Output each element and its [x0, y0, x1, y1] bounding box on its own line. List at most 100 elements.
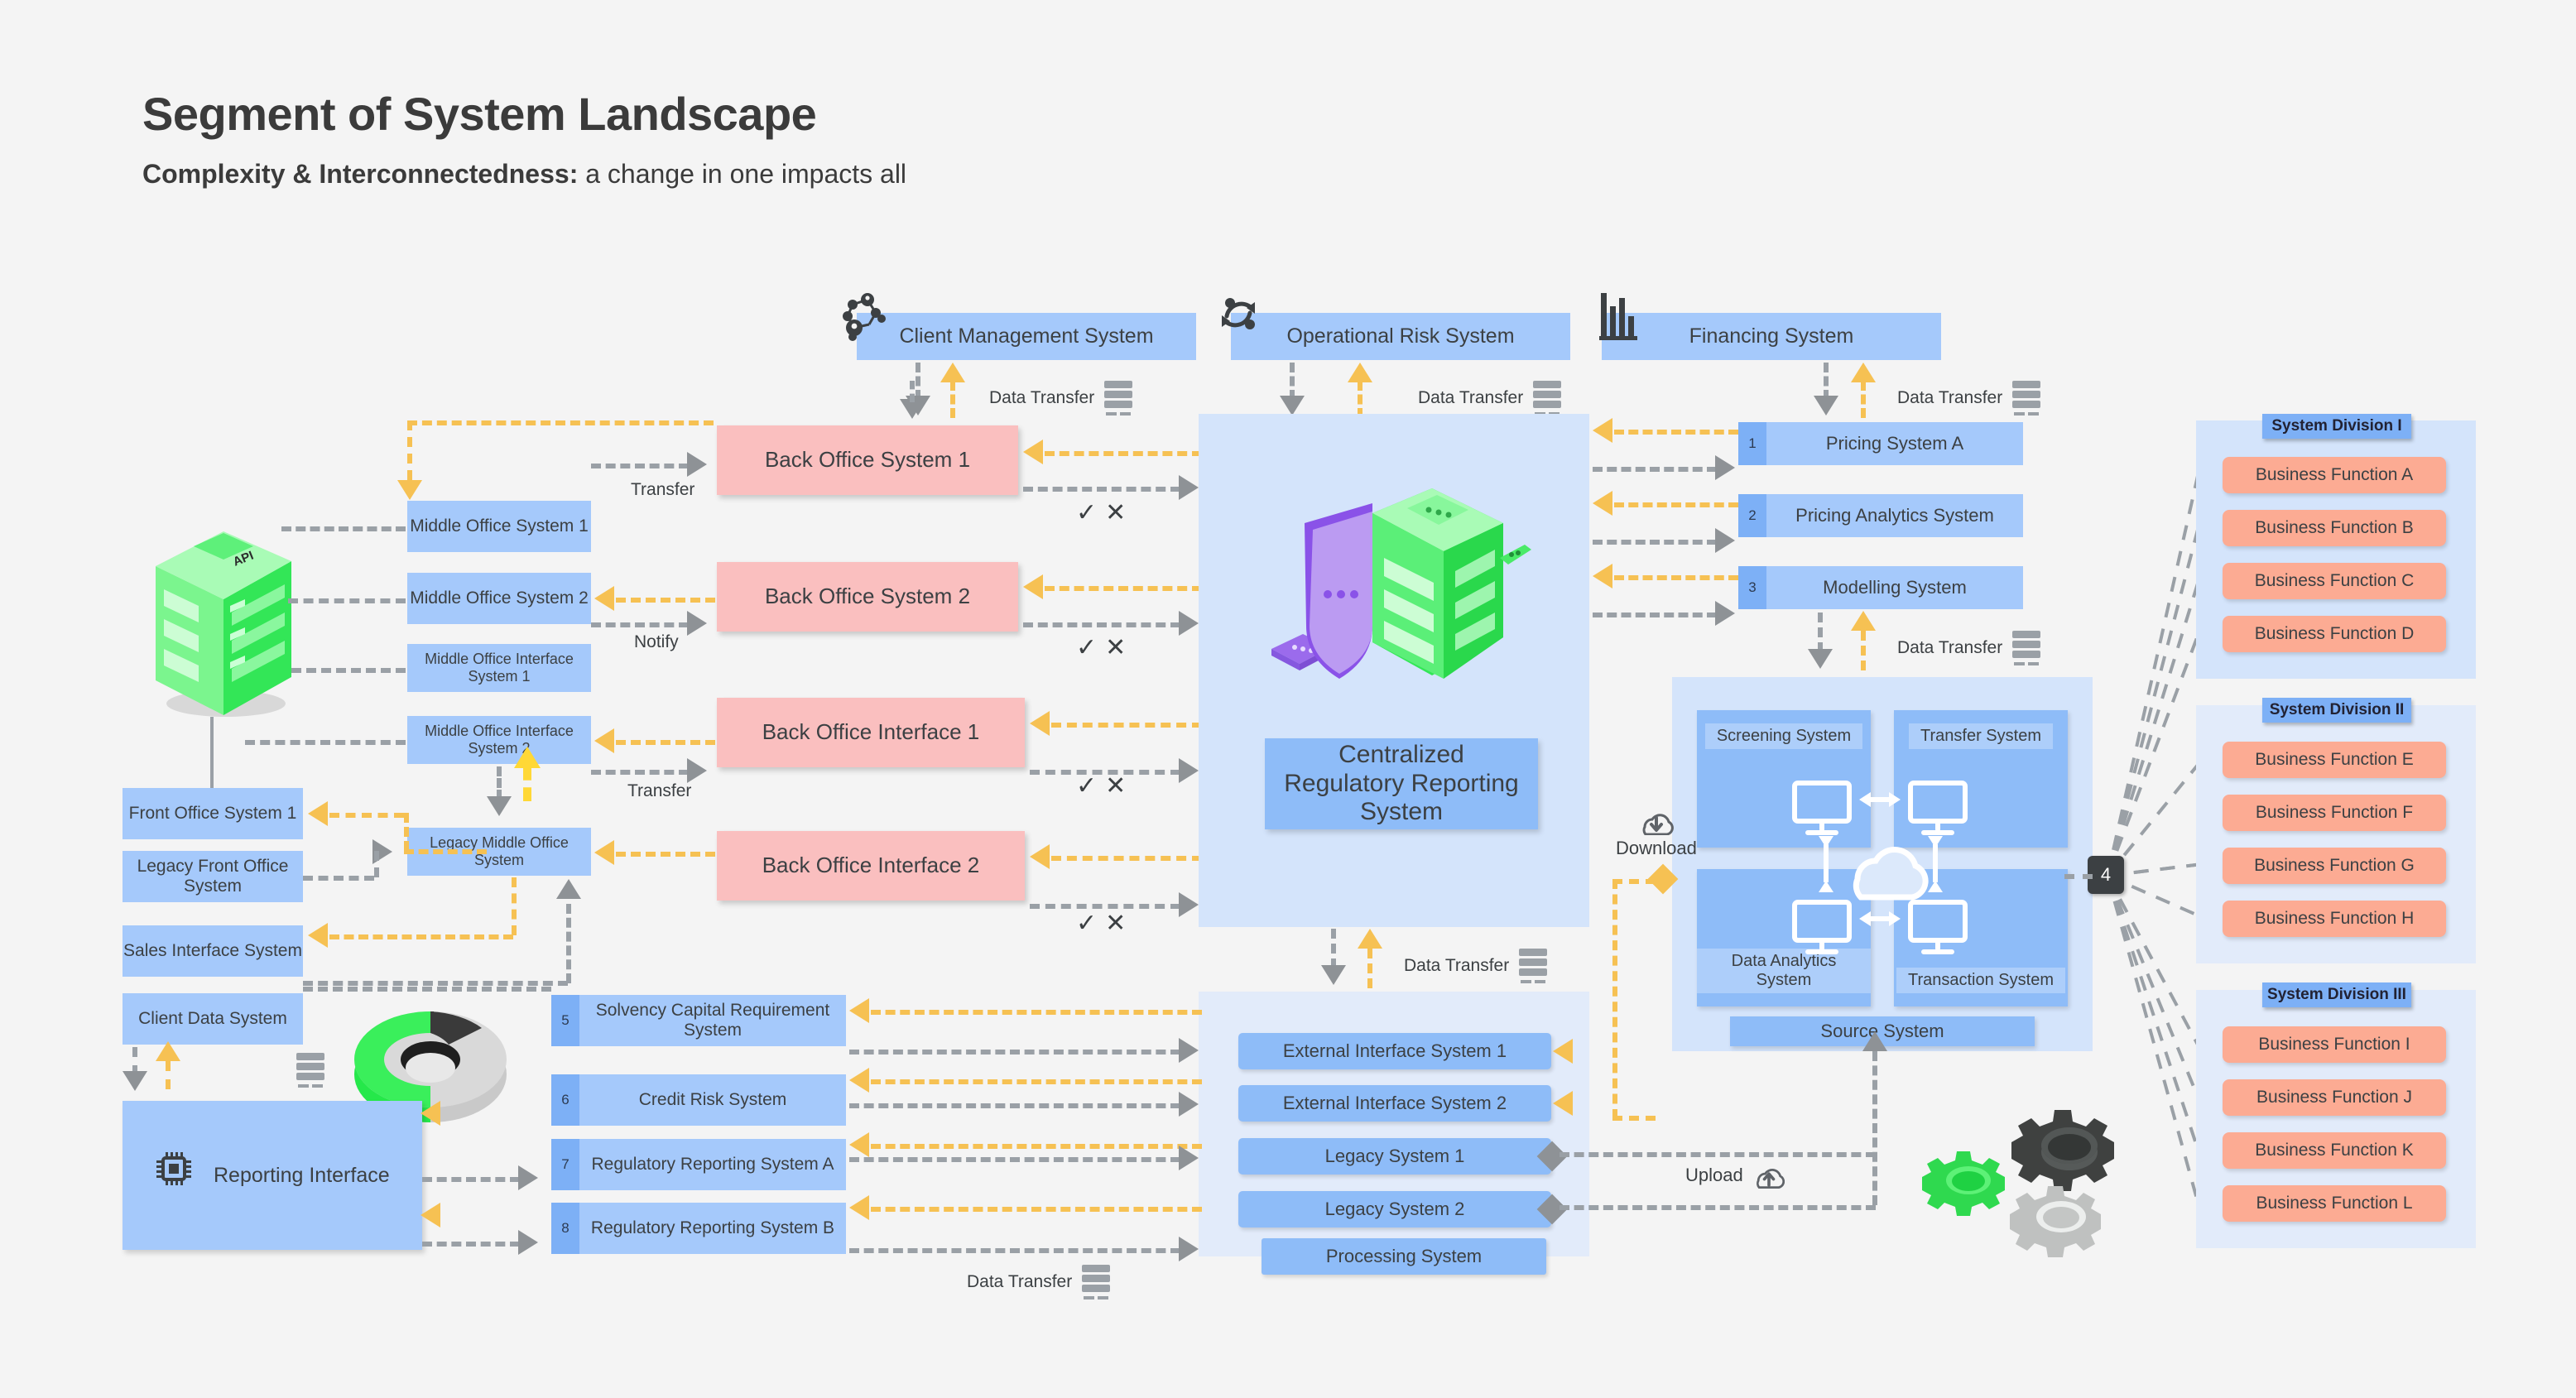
system-pricing-analytics-label: Pricing Analytics System: [1795, 505, 1994, 526]
system-back-office-1[interactable]: Back Office System 1: [717, 425, 1018, 495]
system-regulatory-reporting-b[interactable]: 8 Regulatory Reporting System B: [551, 1203, 846, 1254]
system-legacy-front-office[interactable]: Legacy Front Office System: [123, 851, 303, 902]
business-function-l-label: Business Function L: [2256, 1193, 2413, 1213]
connector-cms-up: [950, 381, 955, 418]
system-external-interface-1-label: External Interface System 1: [1282, 1040, 1507, 1062]
connector-modelling-source: [1818, 613, 1823, 652]
connector-moi2-lmo: [497, 766, 502, 800]
check-icon: ✓: [1076, 772, 1106, 800]
system-client-data[interactable]: Client Data System: [123, 993, 303, 1045]
system-client-management[interactable]: Client Management System: [857, 313, 1196, 360]
system-solvency-capital-label: Solvency Capital Requirement System: [595, 1000, 830, 1040]
system-regulatory-reporting-a[interactable]: 7 Regulatory Reporting System A: [551, 1139, 846, 1190]
system-credit-risk[interactable]: 6 Credit Risk System: [551, 1074, 846, 1126]
business-function-d-label: Business Function D: [2254, 623, 2415, 643]
connector-into-back-office-1: [910, 381, 915, 402]
connector-lfo-lmo-v: [374, 851, 379, 877]
system-middle-office-2[interactable]: Middle Office System 2: [407, 573, 591, 624]
connector-sales-lmo-v: [566, 904, 571, 983]
connector-lfo-lmo: [303, 876, 374, 881]
arrow-feedback-sys8: [849, 1195, 869, 1220]
system-processing-label: Processing System: [1325, 1246, 1483, 1267]
business-function-c[interactable]: Business Function C: [2223, 563, 2446, 599]
system-middle-office-interface-2[interactable]: Middle Office Interface System 2: [407, 716, 591, 764]
connector-ors-up: [1358, 381, 1362, 418]
edge-label-notify: Notify: [634, 632, 679, 651]
data-transfer-label: Data Transfer: [1418, 388, 1524, 407]
arrow-feedback-bo1: [1023, 440, 1043, 464]
system-operational-risk[interactable]: Operational Risk System: [1231, 313, 1570, 360]
system-external-interface-2[interactable]: External Interface System 2: [1238, 1085, 1551, 1122]
system-front-office-1[interactable]: Front Office System 1: [123, 788, 303, 839]
system-number-8: 8: [551, 1203, 579, 1254]
system-middle-office-1[interactable]: Middle Office System 1: [407, 501, 591, 552]
arrow-client-data-up: [156, 1041, 180, 1061]
arrow-upload-into-source: [1862, 1031, 1887, 1051]
system-number-3: 3: [1738, 566, 1766, 609]
arrow-center-pricing-a: [1715, 455, 1735, 480]
bar-chart-icon: [1598, 288, 1644, 341]
system-back-office-interface-1[interactable]: Back Office Interface 1: [717, 698, 1025, 767]
check-icon: ✓: [1076, 910, 1106, 937]
business-function-g[interactable]: Business Function G: [2223, 848, 2446, 884]
connector-mo-bo1: [591, 464, 689, 468]
central-reporting-title: Centralized Regulatory Reporting System: [1284, 741, 1519, 826]
system-legacy-2[interactable]: Legacy System 2: [1238, 1191, 1551, 1227]
source-system-network-icons: [1788, 778, 1987, 960]
hub-badge-4[interactable]: 4: [2088, 856, 2124, 894]
system-processing[interactable]: Processing System: [1262, 1238, 1546, 1275]
business-function-b-label: Business Function B: [2255, 517, 2414, 537]
central-reporting-title-box[interactable]: Centralized Regulatory Reporting System: [1265, 738, 1538, 829]
connector-feedback-sys6: [871, 1079, 1202, 1084]
connector-feedback-fo1-h2: [404, 849, 487, 854]
system-back-office-interface-2[interactable]: Back Office Interface 2: [717, 831, 1025, 901]
business-function-g-label: Business Function G: [2254, 855, 2415, 875]
arrow-orange-into-mo1: [397, 480, 422, 500]
system-sales-interface[interactable]: Sales Interface System: [123, 925, 303, 977]
business-function-e[interactable]: Business Function E: [2223, 742, 2446, 778]
system-pricing-analytics[interactable]: 2 Pricing Analytics System: [1738, 494, 2023, 537]
arrow-into-ext-1: [1553, 1039, 1573, 1064]
connector-sales-lmo: [303, 981, 568, 986]
business-function-d[interactable]: Business Function D: [2223, 616, 2446, 652]
system-back-office-2[interactable]: Back Office System 2: [717, 562, 1018, 632]
system-middle-office-interface-1[interactable]: Middle Office Interface System 1: [407, 644, 591, 692]
business-function-k[interactable]: Business Function K: [2223, 1132, 2446, 1169]
arrow-source-modelling-up: [1851, 611, 1876, 631]
system-back-office-interface-1-label: Back Office Interface 1: [762, 719, 980, 745]
system-solvency-capital[interactable]: 5 Solvency Capital Requirement System: [551, 995, 846, 1046]
arrow-center-modelling: [1715, 601, 1735, 626]
status-marks-bo2: ✓✕: [1076, 633, 1134, 662]
connector-upload-bottom: [1560, 1205, 1876, 1210]
system-modelling[interactable]: 3 Modelling System: [1738, 566, 2023, 609]
connector-download-down: [1612, 879, 1617, 1119]
data-transfer-label: Data Transfer: [1404, 956, 1510, 975]
data-transfer-label: Data Transfer: [967, 1272, 1073, 1291]
arrow-fin-down: [1814, 396, 1838, 416]
division-title-3[interactable]: System Division III: [2262, 982, 2411, 1007]
division-title-2[interactable]: System Division II: [2262, 698, 2411, 723]
connector-upload-top: [1560, 1152, 1876, 1157]
system-middle-office-2-label: Middle Office System 2: [410, 588, 589, 608]
division-title-1[interactable]: System Division I: [2262, 414, 2411, 439]
system-pricing-a-label: Pricing System A: [1825, 433, 1964, 454]
connector-mo-bo2: [591, 622, 689, 627]
system-middle-office-interface-2-label: Middle Office Interface System 2: [425, 723, 574, 757]
business-function-a[interactable]: Business Function A: [2223, 457, 2446, 493]
business-function-i[interactable]: Business Function I: [2223, 1026, 2446, 1063]
system-external-interface-1[interactable]: External Interface System 1: [1238, 1033, 1551, 1069]
business-function-l[interactable]: Business Function L: [2223, 1185, 2446, 1222]
business-function-h[interactable]: Business Function H: [2223, 901, 2446, 937]
system-pricing-a[interactable]: 1 Pricing System A: [1738, 422, 2023, 465]
system-back-office-1-label: Back Office System 1: [764, 447, 971, 473]
business-function-b[interactable]: Business Function B: [2223, 510, 2446, 546]
transfer-action-download-label: Download: [1616, 838, 1697, 858]
arrow-bo1-center: [1179, 475, 1199, 500]
system-legacy-1[interactable]: Legacy System 1: [1238, 1138, 1551, 1175]
system-client-data-label: Client Data System: [138, 1008, 287, 1028]
business-function-f[interactable]: Business Function F: [2223, 795, 2446, 831]
system-financing[interactable]: Financing System: [1602, 313, 1941, 360]
arrow-feedback-sys6: [849, 1068, 869, 1093]
arrow-mo-boi1: [687, 758, 707, 783]
business-function-j[interactable]: Business Function J: [2223, 1079, 2446, 1116]
